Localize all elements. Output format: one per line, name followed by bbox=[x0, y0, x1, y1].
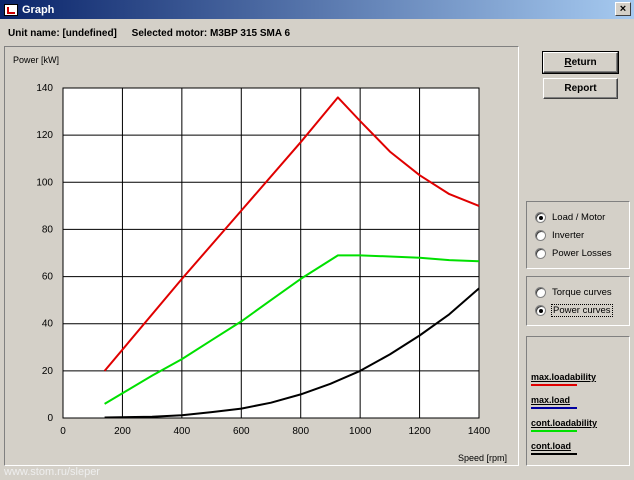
radio-label: Power Losses bbox=[552, 247, 612, 259]
legend-max-loadability: max.loadability bbox=[531, 371, 629, 394]
y-tick-label: 120 bbox=[36, 130, 53, 141]
radio-label: Load / Motor bbox=[552, 211, 606, 223]
watermark-text: www.stom.ru/sleper bbox=[4, 466, 100, 478]
legend-swatch bbox=[531, 453, 577, 455]
x-tick-label: 0 bbox=[60, 426, 66, 437]
radio-label: Torque curves bbox=[552, 286, 612, 298]
graph-app-icon bbox=[4, 3, 18, 16]
title-bar: Graph × bbox=[0, 0, 634, 19]
return-label-accel: R bbox=[564, 57, 572, 68]
close-button[interactable]: × bbox=[615, 2, 631, 16]
radio-inverter[interactable]: Inverter bbox=[535, 226, 629, 244]
y-tick-label: 0 bbox=[47, 413, 53, 424]
x-tick-label: 1000 bbox=[349, 426, 372, 437]
curve-radio-group: Torque curves Power curves bbox=[526, 276, 630, 326]
radio-power-losses[interactable]: Power Losses bbox=[535, 244, 629, 262]
x-axis-label: Speed [rpm] bbox=[458, 453, 507, 463]
graph-panel: 0 200 400 600 800 1000 1200 1400 0 20 40 60 80 100 120… bbox=[4, 46, 519, 466]
report-button[interactable]: Report bbox=[543, 78, 618, 99]
radio-button[interactable] bbox=[535, 286, 546, 298]
radio-label: Power curves bbox=[551, 303, 613, 317]
y-axis-label: Power [kW] bbox=[13, 55, 59, 65]
legend-max-load: max.load bbox=[531, 394, 629, 417]
radio-load-motor[interactable]: Load / Motor bbox=[535, 208, 629, 226]
legend-label: cont.load bbox=[531, 441, 571, 451]
radio-button[interactable] bbox=[535, 304, 546, 316]
view-radio-group: Load / Motor Inverter Power Losses bbox=[526, 201, 630, 269]
radio-button[interactable] bbox=[535, 211, 546, 223]
selected-motor-label: Selected motor: M3BP 315 SMA 6 bbox=[131, 28, 291, 39]
return-button[interactable]: Return bbox=[542, 51, 619, 74]
power-chart: 0 200 400 600 800 1000 1200 1400 0 20 40 60 80 100 120… bbox=[13, 55, 507, 463]
radio-button[interactable] bbox=[535, 247, 546, 259]
plot-area bbox=[62, 87, 480, 419]
y-tick-label: 60 bbox=[42, 272, 54, 283]
legend-label: cont.loadability bbox=[531, 418, 598, 428]
unit-name-label: Unit name: [undefined] bbox=[8, 28, 117, 39]
legend-panel: max.loadability max.load cont.loadabilit… bbox=[526, 336, 630, 466]
y-tick-label: 140 bbox=[36, 83, 53, 94]
radio-button[interactable] bbox=[535, 229, 546, 241]
legend-label: max.loadability bbox=[531, 372, 597, 382]
legend-cont-load: cont.load bbox=[531, 440, 629, 463]
window-title: Graph bbox=[22, 3, 55, 16]
legend-swatch bbox=[531, 384, 577, 386]
legend-swatch bbox=[531, 430, 577, 432]
legend-swatch bbox=[531, 407, 577, 409]
legend-label: max.load bbox=[531, 395, 571, 405]
radio-torque-curves[interactable]: Torque curves bbox=[535, 283, 629, 301]
radio-label: Inverter bbox=[552, 229, 585, 241]
x-tick-label: 400 bbox=[174, 426, 191, 437]
x-tick-label: 1200 bbox=[408, 426, 431, 437]
unit-info: Unit name: [undefined] Selected motor: M… bbox=[8, 28, 300, 39]
y-tick-label: 40 bbox=[42, 319, 54, 330]
return-label: eturn bbox=[571, 57, 597, 68]
x-tick-label: 600 bbox=[233, 426, 250, 437]
x-tick-label: 800 bbox=[292, 426, 309, 437]
legend-cont-loadability: cont.loadability bbox=[531, 417, 629, 440]
y-tick-label: 100 bbox=[36, 177, 53, 188]
x-tick-label: 1400 bbox=[468, 426, 491, 437]
y-tick-label: 80 bbox=[42, 224, 54, 235]
x-tick-label: 200 bbox=[114, 426, 131, 437]
radio-power-curves[interactable]: Power curves bbox=[535, 301, 629, 319]
y-tick-label: 20 bbox=[42, 366, 54, 377]
